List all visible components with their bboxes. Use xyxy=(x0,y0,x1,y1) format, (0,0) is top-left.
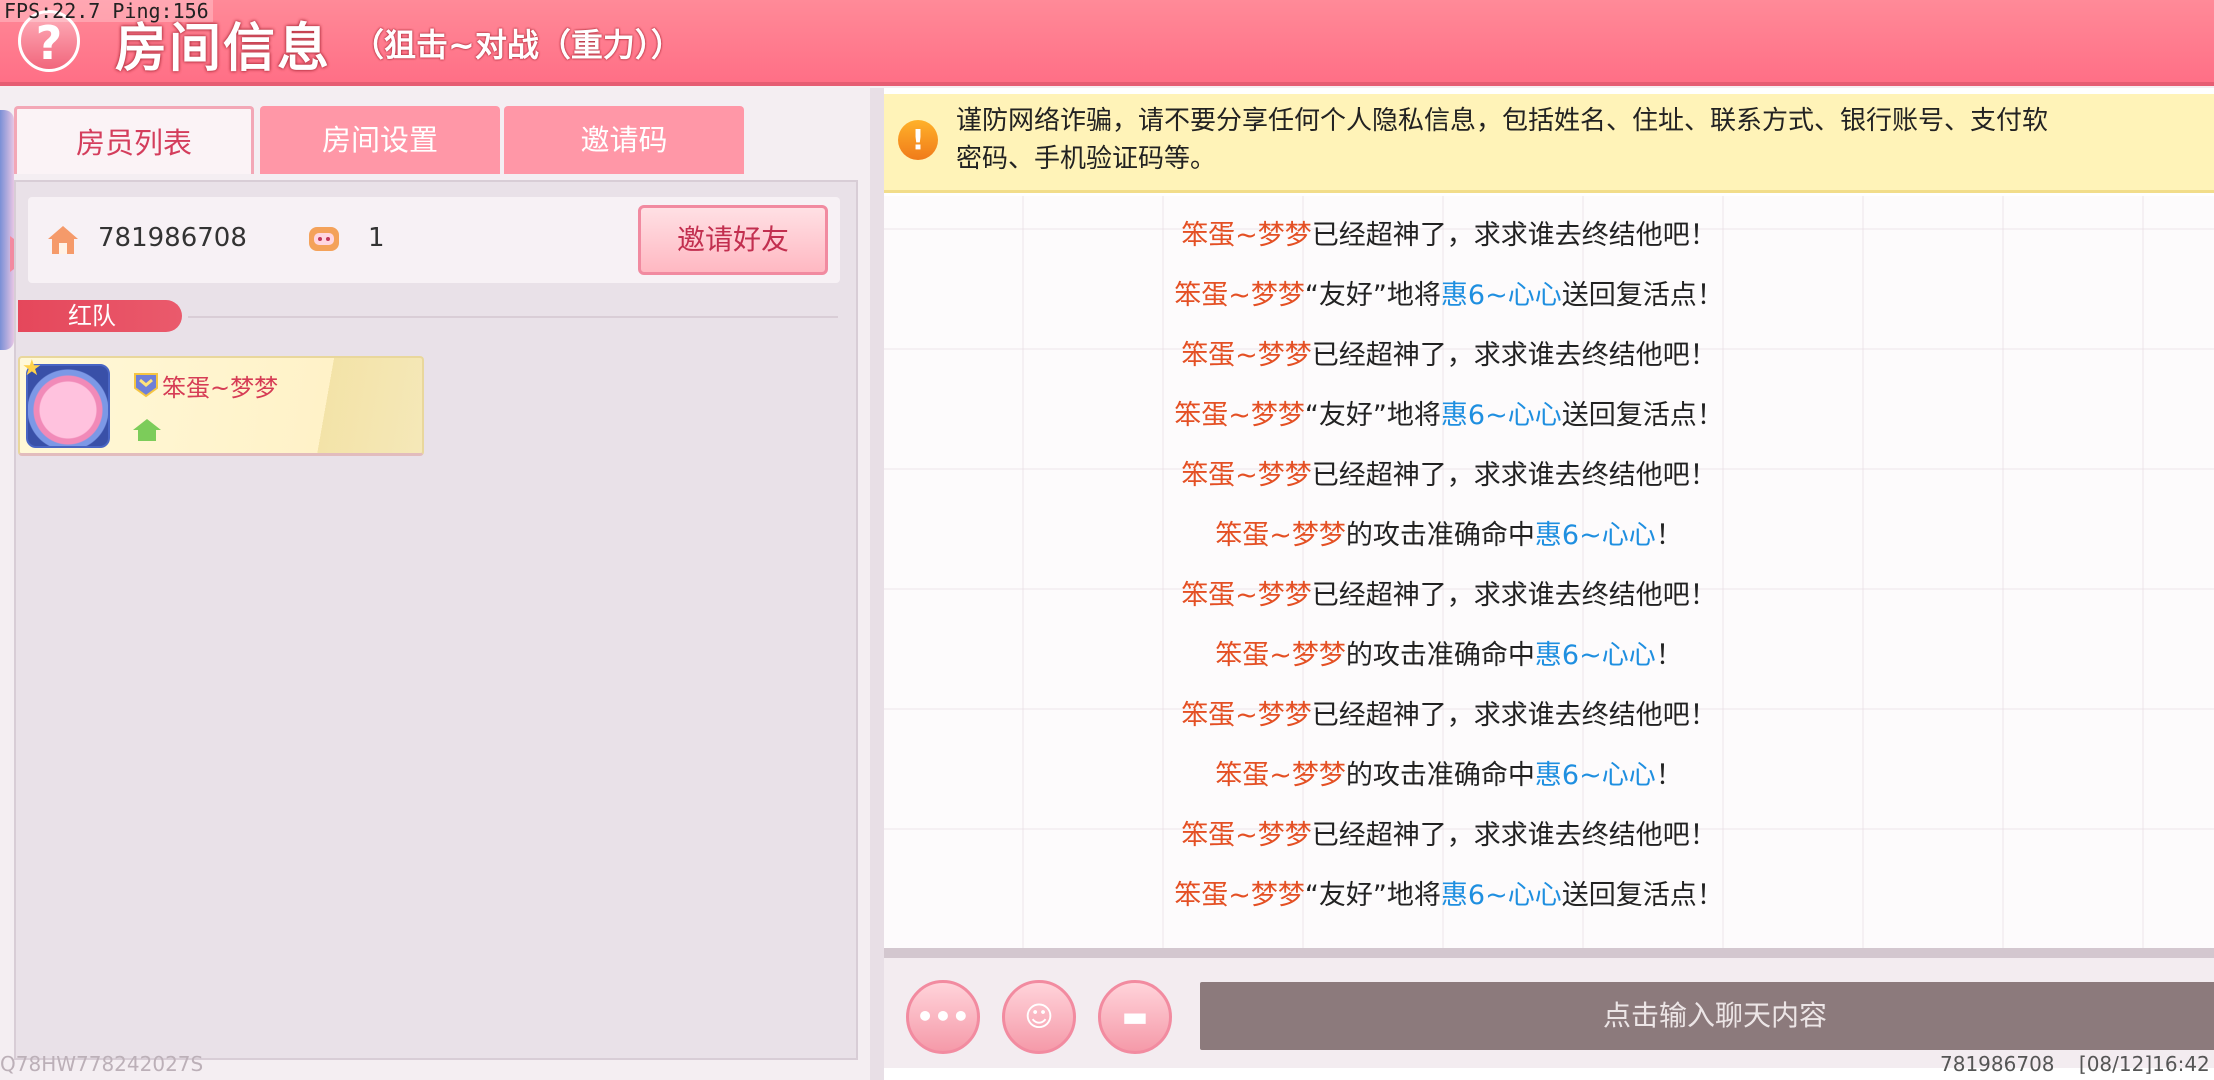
warning-text: 谨防网络诈骗，请不要分享任何个人隐私信息，包括姓名、住址、联系方式、银行账号、支… xyxy=(956,106,2049,174)
team-label: 红队 xyxy=(18,300,182,332)
room-info-row: 781986708 1 邀请好友 xyxy=(28,197,840,283)
chat-message: 笨蛋~梦梦的攻击准确命中惠6~心心！ xyxy=(884,636,2014,676)
member-card[interactable]: ★ 笨蛋~梦梦 xyxy=(18,356,424,456)
chat-message: 笨蛋~梦梦已经超神了，求求谁去终结他吧！ xyxy=(884,696,2014,736)
tab-member-list[interactable]: 房员列表 xyxy=(14,106,254,174)
message-text: 的攻击准确命中 xyxy=(1345,520,1535,551)
footer-room-id: 781986708 xyxy=(1940,1052,2055,1076)
footer-status: 781986708 [08/12]16:42 xyxy=(1940,1052,2210,1076)
player-name[interactable]: 笨蛋~梦梦 xyxy=(1215,640,1346,671)
emoji-button[interactable]: ☺ xyxy=(1002,980,1076,1054)
chat-message: 笨蛋~梦梦“友好”地将惠6~心心送回复活点！ xyxy=(884,396,2014,436)
chat-message: 笨蛋~梦梦已经超神了，求求谁去终结他吧！ xyxy=(884,456,2014,496)
keyboard-icon: ▬ xyxy=(1121,1000,1149,1033)
player-name[interactable]: 惠6~心心 xyxy=(1535,520,1656,551)
player-name[interactable]: 惠6~心心 xyxy=(1441,400,1562,431)
chat-message: 笨蛋~梦梦的攻击准确命中惠6~心心！ xyxy=(884,756,2014,796)
tab-room-settings[interactable]: 房间设置 xyxy=(260,106,500,174)
invite-friends-button[interactable]: 邀请好友 xyxy=(638,205,828,275)
message-text: “友好”地将 xyxy=(1304,880,1441,911)
player-name[interactable]: 笨蛋~梦梦 xyxy=(1181,340,1312,371)
chat-message: 笨蛋~梦梦已经超神了，求求谁去终结他吧！ xyxy=(884,216,2014,256)
message-text: “友好”地将 xyxy=(1304,400,1441,431)
chat-message: 笨蛋~梦梦已经超神了，求求谁去终结他吧！ xyxy=(884,336,2014,376)
room-id: 781986708 xyxy=(98,223,247,253)
footer-timestamp: [08/12]16:42 xyxy=(2078,1052,2210,1076)
emoji-icon: ☺ xyxy=(1024,1000,1054,1033)
fraud-warning-banner: ! 谨防网络诈骗，请不要分享任何个人隐私信息，包括姓名、住址、联系方式、银行账号… xyxy=(884,94,2214,193)
chat-message: 笨蛋~梦梦“友好”地将惠6~心心送回复活点！ xyxy=(884,276,2014,316)
room-mode-subtitle: （狙击~对战（重力）） xyxy=(352,26,683,64)
room-info-screen: ? 房间信息 （狙击~对战（重力）） FPS:22.7 Ping:156 房员列… xyxy=(0,0,2214,1080)
chat-message: 笨蛋~梦梦“友好”地将惠6~心心送回复活点！ xyxy=(884,876,2014,916)
message-text: 的攻击准确命中 xyxy=(1345,640,1535,671)
message-text: ！ xyxy=(1655,640,1683,671)
host-house-icon xyxy=(133,419,161,441)
tab-invite-code[interactable]: 邀请码 xyxy=(504,106,744,174)
chat-message: 笨蛋~梦梦已经超神了，求求谁去终结他吧！ xyxy=(884,816,2014,856)
message-text: ！ xyxy=(1655,520,1683,551)
player-name[interactable]: 惠6~心心 xyxy=(1441,880,1562,911)
message-text: 已经超神了，求求谁去终结他吧！ xyxy=(1311,580,1717,611)
message-text: 已经超神了，求求谁去终结他吧！ xyxy=(1311,820,1717,851)
home-icon xyxy=(48,226,78,254)
player-count-icon xyxy=(309,227,339,251)
warning-icon: ! xyxy=(898,120,938,160)
message-text: 已经超神了，求求谁去终结他吧！ xyxy=(1311,700,1717,731)
player-name[interactable]: 笨蛋~梦梦 xyxy=(1181,820,1312,851)
more-icon: ••• xyxy=(916,1000,970,1033)
chat-message: 笨蛋~梦梦的攻击准确命中惠6~心心！ xyxy=(884,516,2014,556)
player-name[interactable]: 惠6~心心 xyxy=(1441,280,1562,311)
player-name[interactable]: 笨蛋~梦梦 xyxy=(1215,760,1346,791)
player-name[interactable]: 笨蛋~梦梦 xyxy=(1181,460,1312,491)
player-name[interactable]: 惠6~心心 xyxy=(1535,640,1656,671)
star-icon: ★ xyxy=(22,356,42,381)
player-name[interactable]: 笨蛋~梦梦 xyxy=(1174,280,1305,311)
chat-input[interactable]: 点击输入聊天内容 xyxy=(1200,982,2214,1050)
chat-message-list[interactable]: 笨蛋~梦梦已经超神了，求求谁去终结他吧！ 笨蛋~梦梦“友好”地将惠6~心心送回复活… xyxy=(884,196,2214,948)
message-text: 已经超神了，求求谁去终结他吧！ xyxy=(1311,460,1717,491)
side-drawer-edge[interactable] xyxy=(0,110,14,350)
more-options-button[interactable]: ••• xyxy=(906,980,980,1054)
panel-divider xyxy=(870,88,884,1080)
player-name[interactable]: 笨蛋~梦梦 xyxy=(1181,700,1312,731)
message-text: 已经超神了，求求谁去终结他吧！ xyxy=(1311,220,1717,251)
message-text: 送回复活点！ xyxy=(1561,280,1724,311)
player-count: 1 xyxy=(368,223,385,253)
player-name[interactable]: 笨蛋~梦梦 xyxy=(1174,400,1305,431)
player-name[interactable]: 惠6~心心 xyxy=(1535,760,1656,791)
player-name[interactable]: 笨蛋~梦梦 xyxy=(1215,520,1346,551)
player-name[interactable]: 笨蛋~梦梦 xyxy=(1181,220,1312,251)
message-text: 送回复活点！ xyxy=(1561,400,1724,431)
keyboard-button[interactable]: ▬ xyxy=(1098,980,1172,1054)
member-name: 笨蛋~梦梦 xyxy=(162,374,279,402)
message-text: 的攻击准确命中 xyxy=(1345,760,1535,791)
team-header: 红队 xyxy=(18,300,838,332)
rank-badge-icon xyxy=(134,373,158,398)
header-bar: ? 房间信息 （狙击~对战（重力）） xyxy=(0,0,2214,86)
message-text: 已经超神了，求求谁去终结他吧！ xyxy=(1311,340,1717,371)
chat-message: 笨蛋~梦梦已经超神了，求求谁去终结他吧！ xyxy=(884,576,2014,616)
message-text: 送回复活点！ xyxy=(1561,880,1724,911)
divider xyxy=(188,316,838,318)
player-name[interactable]: 笨蛋~梦梦 xyxy=(1181,580,1312,611)
device-code: Q78HW778242027S xyxy=(0,1052,204,1076)
message-text: ！ xyxy=(1655,760,1683,791)
message-text: “友好”地将 xyxy=(1304,280,1441,311)
fps-ping-readout: FPS:22.7 Ping:156 xyxy=(0,0,213,22)
player-name[interactable]: 笨蛋~梦梦 xyxy=(1174,880,1305,911)
divider xyxy=(884,948,2214,958)
